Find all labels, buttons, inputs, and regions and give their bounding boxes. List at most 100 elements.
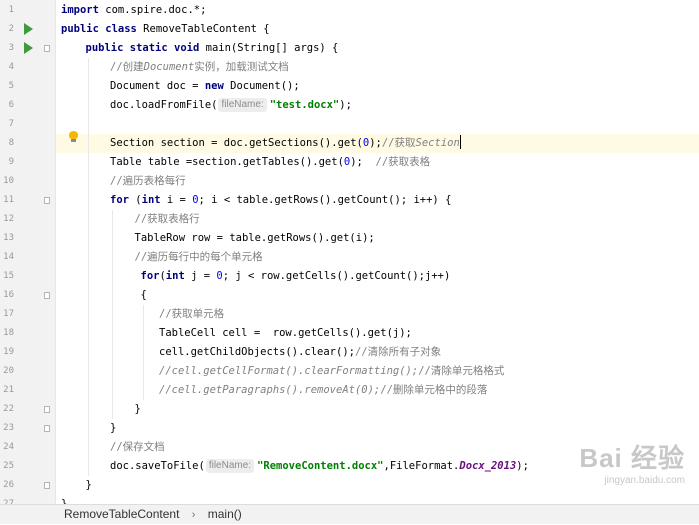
code-token: int <box>141 194 161 206</box>
code-line[interactable]: public static void main(String[] args) { <box>56 39 699 58</box>
code-token: main(String[] args) { <box>199 42 339 54</box>
code-line[interactable]: doc.loadFromFile(fileName: "test.docx"); <box>56 96 699 115</box>
fold-toggle-icon[interactable] <box>44 197 50 204</box>
code-token: } <box>110 422 117 434</box>
code-token: Document doc = <box>110 80 205 92</box>
code-line[interactable]: import com.spire.doc.*; <box>56 1 699 20</box>
indent-guide <box>142 305 144 400</box>
code-token: //获取表格 <box>375 156 431 168</box>
code-token: //获取单元格 <box>159 308 225 320</box>
code-line[interactable]: //获取单元格 <box>56 305 699 324</box>
code-line[interactable]: //cell.getCellFormat().clearFormatting()… <box>56 362 699 381</box>
line-number: 19 <box>3 347 14 357</box>
indent-guide <box>87 58 89 476</box>
code-token: ,FileFormat. <box>383 460 460 472</box>
code-line[interactable]: for(int j = 0; j < row.getCells().getCou… <box>56 267 699 286</box>
code-line[interactable]: } <box>56 400 699 419</box>
code-token: TableRow row = table.getRows().get(i); <box>134 232 375 244</box>
line-number: 27 <box>3 499 14 504</box>
breadcrumb-bar: RemoveTableContent › main() <box>0 504 699 524</box>
editor-gutter[interactable]: 1 2 3 4 5 6 7 8 9 10 11 12 13 14 15 16 17 18 19 20 21 22 23 24 2… <box>0 0 56 504</box>
text-caret <box>459 135 461 149</box>
fold-toggle-icon[interactable] <box>44 45 50 52</box>
code-token: ( <box>128 194 142 206</box>
fold-toggle-icon[interactable] <box>44 292 50 299</box>
code-token: //获取表格行 <box>134 213 200 225</box>
code-token: ; j < row.getCells().getCount();j++) <box>222 270 451 282</box>
code-token: public static void <box>85 42 200 54</box>
breadcrumb-method[interactable]: main() <box>208 505 242 524</box>
code-token: //清除所有子对象 <box>354 346 442 358</box>
line-number: 15 <box>3 271 14 281</box>
code-line-current[interactable]: Section section = doc.getSections().get(… <box>56 134 699 153</box>
code-token: //遍历每行中的每个单元格 <box>134 251 263 263</box>
code-token: doc.loadFromFile( <box>110 99 218 111</box>
line-number: 18 <box>3 328 14 338</box>
line-number: 23 <box>3 423 14 433</box>
line-number: 14 <box>3 252 14 262</box>
breadcrumb-separator-icon: › <box>191 509 196 521</box>
code-line[interactable]: TableRow row = table.getRows().get(i); <box>56 229 699 248</box>
run-icon[interactable] <box>24 42 33 54</box>
code-token: //保存文档 <box>110 441 165 453</box>
code-line[interactable]: //遍历表格每行 <box>56 172 699 191</box>
code-token: ); <box>516 460 529 472</box>
line-number: 13 <box>3 233 14 243</box>
line-number: 5 <box>8 81 14 91</box>
code-line[interactable]: //遍历每行中的每个单元格 <box>56 248 699 267</box>
code-line[interactable]: } <box>56 419 699 438</box>
line-number: 26 <box>3 480 14 490</box>
code-area[interactable]: import com.spire.doc.*; public class Remo… <box>56 0 699 504</box>
code-line[interactable]: Document doc = new Document(); <box>56 77 699 96</box>
code-token: Section <box>415 137 460 149</box>
code-token: j = <box>184 270 217 282</box>
code-token: } <box>134 403 141 415</box>
code-token: //遍历表格每行 <box>110 175 186 187</box>
run-icon[interactable] <box>24 23 33 35</box>
code-line[interactable]: //创建Document实例，加载测试文档 <box>56 58 699 77</box>
line-number: 11 <box>3 195 14 205</box>
code-line[interactable]: { <box>56 286 699 305</box>
code-token: //cell.getCellFormat().clearFormatting()… <box>159 365 419 377</box>
code-line[interactable]: Table table =section.getTables().get(0);… <box>56 153 699 172</box>
code-token: for <box>110 194 129 206</box>
code-editor[interactable]: 1 2 3 4 5 6 7 8 9 10 11 12 13 14 15 16 17 18 19 20 21 22 23 24 2… <box>0 0 699 504</box>
code-line[interactable]: TableCell cell = row.getCells().get(j); <box>56 324 699 343</box>
watermark-url: jingyan.baidu.com <box>604 475 685 486</box>
code-token: cell.getChildObjects().clear(); <box>159 346 355 358</box>
line-number: 10 <box>3 176 14 186</box>
code-token: new <box>204 80 224 92</box>
code-line[interactable]: for (int i = 0; i < table.getRows().getC… <box>56 191 699 210</box>
code-token: int <box>165 270 185 282</box>
fold-toggle-icon[interactable] <box>44 406 50 413</box>
code-token: 实例，加载测试文档 <box>194 61 289 73</box>
line-number: 21 <box>3 385 14 395</box>
code-token: com.spire.doc.*; <box>98 4 207 16</box>
code-line[interactable]: //cell.getParagraphs().removeAt(0);//删除单… <box>56 381 699 400</box>
parameter-hint: fileName: <box>205 459 255 473</box>
code-line[interactable]: cell.getChildObjects().clear();//清除所有子对象 <box>56 343 699 362</box>
line-number: 4 <box>8 62 14 72</box>
indent-guide <box>112 210 113 419</box>
line-number: 16 <box>3 290 14 300</box>
parameter-hint: fileName: <box>218 98 267 112</box>
code-line[interactable]: public class RemoveTableContent { <box>56 20 699 39</box>
fold-toggle-icon[interactable] <box>44 425 50 432</box>
fold-toggle-icon[interactable] <box>44 482 50 489</box>
code-token: //获取 <box>381 137 416 149</box>
code-token: //cell.getParagraphs().removeAt(0); <box>159 384 381 396</box>
code-token: ); <box>350 156 376 168</box>
intention-bulb-icon[interactable] <box>69 131 78 142</box>
code-token: ; i < table.getRows().getCount(); i++) { <box>198 194 452 206</box>
line-number: 6 <box>8 100 14 110</box>
code-token: } <box>85 479 92 491</box>
code-token: Document(); <box>223 80 300 92</box>
line-number: 24 <box>3 442 14 452</box>
code-line[interactable] <box>56 115 699 134</box>
code-line[interactable]: //获取表格行 <box>56 210 699 229</box>
breadcrumb-class[interactable]: RemoveTableContent <box>64 505 179 524</box>
line-number: 17 <box>3 309 14 319</box>
code-token: ); <box>369 137 382 149</box>
code-token: RemoveTableContent { <box>136 23 270 35</box>
line-number: 25 <box>3 461 14 471</box>
